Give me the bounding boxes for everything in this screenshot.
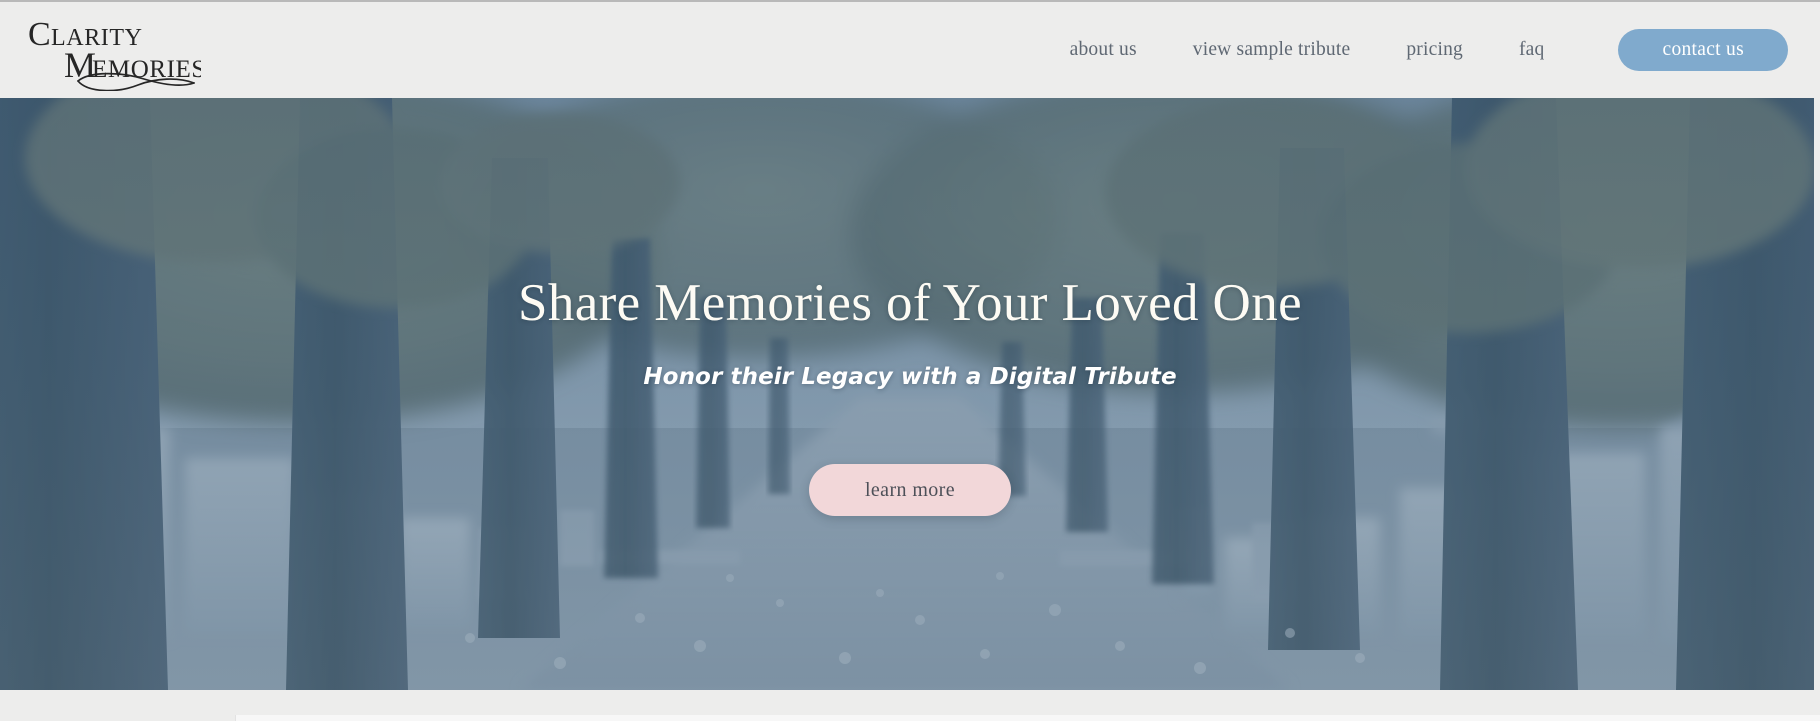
nav-about-us[interactable]: about us [1070, 33, 1137, 67]
brand-logo[interactable]: C LARITY M EMORIES [26, 9, 201, 91]
learn-more-button[interactable]: learn more [808, 464, 1012, 517]
hero-subtitle: Honor their Legacy with a Digital Tribut… [643, 364, 1177, 391]
nav-view-sample-tribute[interactable]: view sample tribute [1193, 33, 1351, 67]
nav-pricing[interactable]: pricing [1406, 33, 1463, 67]
hero-section: Share Memories of Your Loved One Honor t… [0, 98, 1820, 690]
page-right-gutter [1814, 98, 1820, 690]
site-header: C LARITY M EMORIES about us view sample … [0, 2, 1820, 98]
hero-title: Share Memories of Your Loved One [517, 274, 1303, 332]
content-panel-edge [235, 715, 1820, 721]
hero-content: Share Memories of Your Loved One Honor t… [0, 98, 1820, 690]
main-navigation: about us view sample tribute pricing faq… [1070, 29, 1788, 71]
below-hero-section [0, 690, 1820, 721]
page-root: C LARITY M EMORIES about us view sample … [0, 0, 1820, 721]
nav-faq[interactable]: faq [1519, 33, 1545, 67]
contact-us-button[interactable]: contact us [1618, 29, 1788, 71]
svg-text:C: C [28, 16, 51, 53]
